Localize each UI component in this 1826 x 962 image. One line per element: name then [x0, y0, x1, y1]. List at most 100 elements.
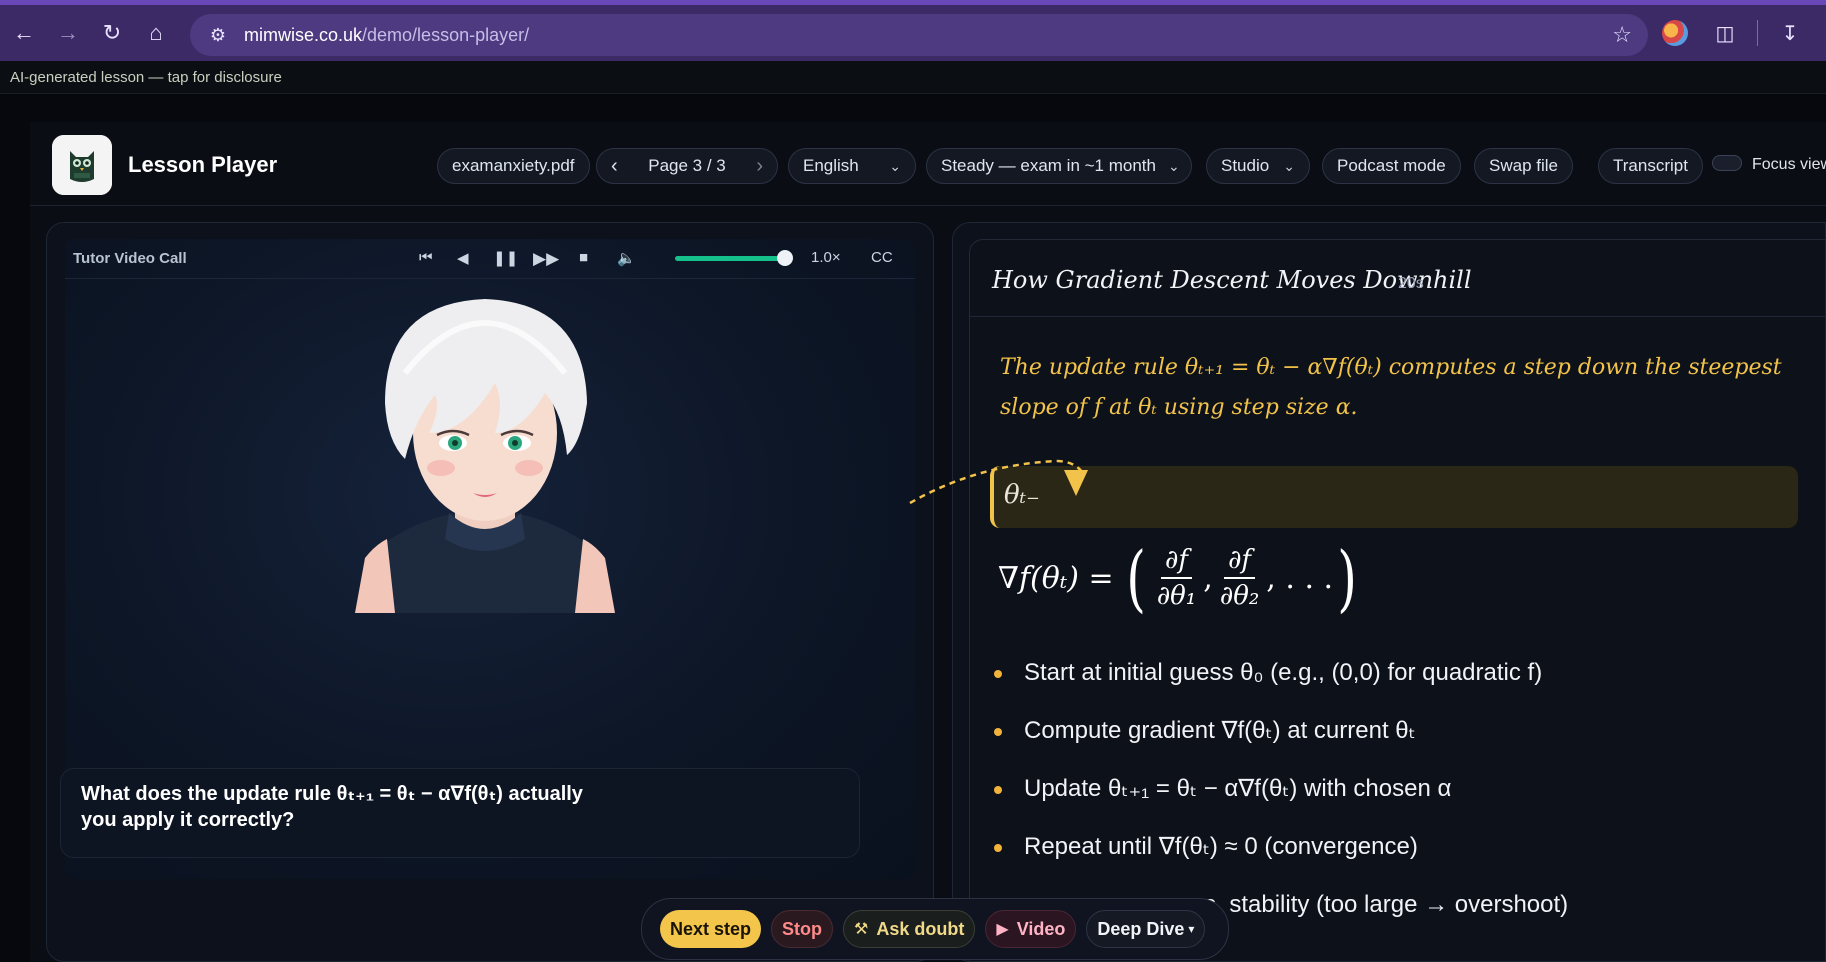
comma: ,	[1203, 560, 1213, 596]
deep-dive-label: Deep Dive	[1097, 918, 1185, 939]
extensions-icon[interactable]: ◫	[1707, 15, 1743, 51]
app-title: Lesson Player	[128, 152, 278, 177]
stop-label: Stop	[782, 918, 823, 939]
mimwise-logo	[52, 135, 112, 195]
page-label: Page 3 / 3	[648, 156, 726, 175]
pace-select[interactable]: Steady — exam in ~1 month ⌄	[926, 148, 1192, 184]
list-item: Repeat until ∇f(θₜ) ≈ 0 (convergence)	[994, 832, 1814, 890]
language-value: English	[803, 156, 859, 175]
lesson-slide: How Gradient Descent Moves Downhill 20s …	[969, 239, 1825, 961]
video-controls-bar: Tutor Video Call ⏮ ◀ ❚❚ ▶▶ ■ 🔈 1.0× CC	[65, 239, 915, 279]
ask-doubt-label: Ask doubt	[876, 918, 965, 939]
browser-toolbar: ← → ↻ ⌂ ⚙ mimwise.co.uk/demo/lesson-play…	[0, 0, 1826, 61]
slide-quote: The update rule θₜ₊₁ = θₜ − α∇f(θₜ) comp…	[1000, 348, 1800, 428]
chevron-down-icon: ⌄	[1167, 157, 1180, 174]
connector-arrow	[909, 459, 1086, 505]
tutor-avatar	[355, 299, 615, 613]
quote-line: The update rule θₜ₊₁ = θₜ − α∇f(θₜ) comp…	[1000, 355, 1782, 380]
stop-icon[interactable]: ■	[579, 249, 588, 266]
gradient-formula: ∇f(θₜ) = ( ∂f ∂θ₁ , ∂f ∂θ₂ , . . . )	[998, 536, 1361, 620]
profile-avatar-icon[interactable]	[1657, 15, 1693, 51]
fraction-denominator: ∂θ₁	[1156, 581, 1197, 611]
question-line: What does the update rule θₜ₊₁ = θₜ − α∇…	[81, 783, 583, 805]
video-label: Video	[1016, 918, 1066, 939]
app-header: Lesson Player examanxiety.pdf ‹ Page 3 /…	[30, 122, 1826, 206]
page-navigator: ‹ Page 3 / 3 ›	[596, 148, 778, 184]
owl-logo-icon	[52, 135, 112, 195]
focus-view-toggle[interactable]	[1712, 155, 1742, 171]
volume-slider[interactable]	[675, 256, 785, 261]
title-divider	[970, 316, 1825, 317]
pace-value: Steady — exam in ~1 month	[941, 156, 1156, 175]
question-line: you apply it correctly?	[81, 809, 295, 831]
skip-back-icon[interactable]: ⏮	[419, 249, 433, 266]
caret-down-icon: ▾	[1188, 922, 1195, 936]
transcript-button[interactable]: Transcript	[1598, 148, 1703, 184]
toolbar-divider	[1757, 20, 1758, 46]
play-icon: ▶	[996, 921, 1009, 938]
right-paren: )	[1337, 536, 1357, 620]
fraction-denominator: ∂θ₂	[1219, 581, 1260, 611]
list-item: Update θₜ₊₁ = θₜ − α∇f(θₜ) with chosen α	[994, 774, 1814, 832]
stop-button[interactable]: Stop	[771, 910, 834, 948]
list-item: Start at initial guess θ₀ (e.g., (0,0) f…	[994, 658, 1814, 716]
ask-doubt-button[interactable]: ⚒ Ask doubt	[843, 910, 976, 948]
volume-icon[interactable]: 🔈	[617, 249, 636, 267]
fraction-numerator: ∂f	[1223, 545, 1256, 579]
fast-forward-icon[interactable]: ▶▶	[533, 249, 559, 269]
browser-actions: ◫ ↧	[1657, 13, 1826, 53]
playback-speed[interactable]: 1.0×	[811, 249, 841, 266]
prev-page-icon[interactable]: ‹	[611, 155, 618, 178]
forward-icon[interactable]: →	[48, 13, 88, 53]
slide-duration: 20s	[1398, 275, 1424, 292]
ai-disclosure-bar[interactable]: AI-generated lesson — tap for disclosure	[0, 61, 1826, 94]
video-title: Tutor Video Call	[73, 250, 187, 267]
next-page-icon[interactable]: ›	[756, 155, 763, 178]
style-value: Studio	[1221, 156, 1270, 175]
step-back-icon[interactable]: ◀	[457, 249, 469, 267]
video-button[interactable]: ▶ Video	[985, 910, 1077, 948]
slide-panel: How Gradient Descent Moves Downhill 20s …	[952, 222, 1826, 962]
file-chip[interactable]: examanxiety.pdf	[437, 148, 590, 184]
site-settings-icon[interactable]: ⚙	[200, 25, 236, 46]
url-text: mimwise.co.uk/demo/lesson-player/	[244, 25, 529, 46]
url-path: /demo/lesson-player/	[362, 24, 530, 45]
url-host: mimwise.co.uk	[244, 24, 363, 45]
chevron-down-icon: ⌄	[1283, 157, 1295, 174]
download-icon[interactable]: ↧	[1772, 15, 1808, 51]
style-select[interactable]: Studio ⌄	[1206, 148, 1310, 184]
reload-icon[interactable]: ↻	[92, 13, 132, 53]
language-select[interactable]: English ⌄	[788, 148, 916, 184]
deep-dive-button[interactable]: Deep Dive ▾	[1086, 910, 1206, 948]
chevron-down-icon: ⌄	[889, 157, 901, 174]
volume-slider-handle[interactable]	[777, 250, 793, 266]
next-step-button[interactable]: Next step	[660, 910, 762, 948]
partial-fraction-1: ∂f ∂θ₁	[1153, 545, 1201, 611]
file-chip-label: examanxiety.pdf	[452, 156, 575, 175]
bookmark-star-icon[interactable]: ☆	[1612, 22, 1632, 48]
captions-toggle[interactable]: CC	[871, 249, 893, 266]
left-paren: (	[1125, 536, 1146, 620]
back-icon[interactable]: ←	[4, 13, 44, 53]
quote-line: slope of f at θₜ using step size α.	[1000, 395, 1358, 420]
hammer-icon: ⚒	[854, 921, 869, 938]
swap-file-label: Swap file	[1489, 156, 1558, 175]
focus-view-label: Focus view	[1752, 156, 1826, 173]
transcript-label: Transcript	[1613, 156, 1688, 175]
action-bar: Next step Stop ⚒ Ask doubt ▶ Video Deep Di…	[641, 898, 1229, 960]
swap-file-button[interactable]: Swap file	[1474, 148, 1573, 184]
partial-fraction-2: ∂f ∂θ₂	[1216, 545, 1264, 611]
highlight-box: θₜ₋	[990, 466, 1798, 528]
address-bar[interactable]: ⚙ mimwise.co.uk/demo/lesson-player/ ☆	[190, 14, 1648, 56]
formula-ellipsis: , . . .	[1266, 560, 1334, 596]
fraction-numerator: ∂f	[1160, 545, 1192, 579]
home-icon[interactable]: ⌂	[136, 13, 176, 53]
disclosure-text: AI-generated lesson — tap for disclosure	[10, 68, 282, 86]
podcast-mode-label: Podcast mode	[1337, 156, 1446, 175]
question-bubble: What does the update rule θₜ₊₁ = θₜ − α∇…	[60, 768, 860, 858]
formula-lhs: ∇f(θₜ) =	[998, 560, 1114, 596]
next-step-label: Next step	[670, 918, 752, 939]
list-item: Compute gradient ∇f(θₜ) at current θₜ	[994, 716, 1814, 774]
pause-icon[interactable]: ❚❚	[493, 249, 518, 267]
podcast-mode-button[interactable]: Podcast mode	[1322, 148, 1461, 184]
